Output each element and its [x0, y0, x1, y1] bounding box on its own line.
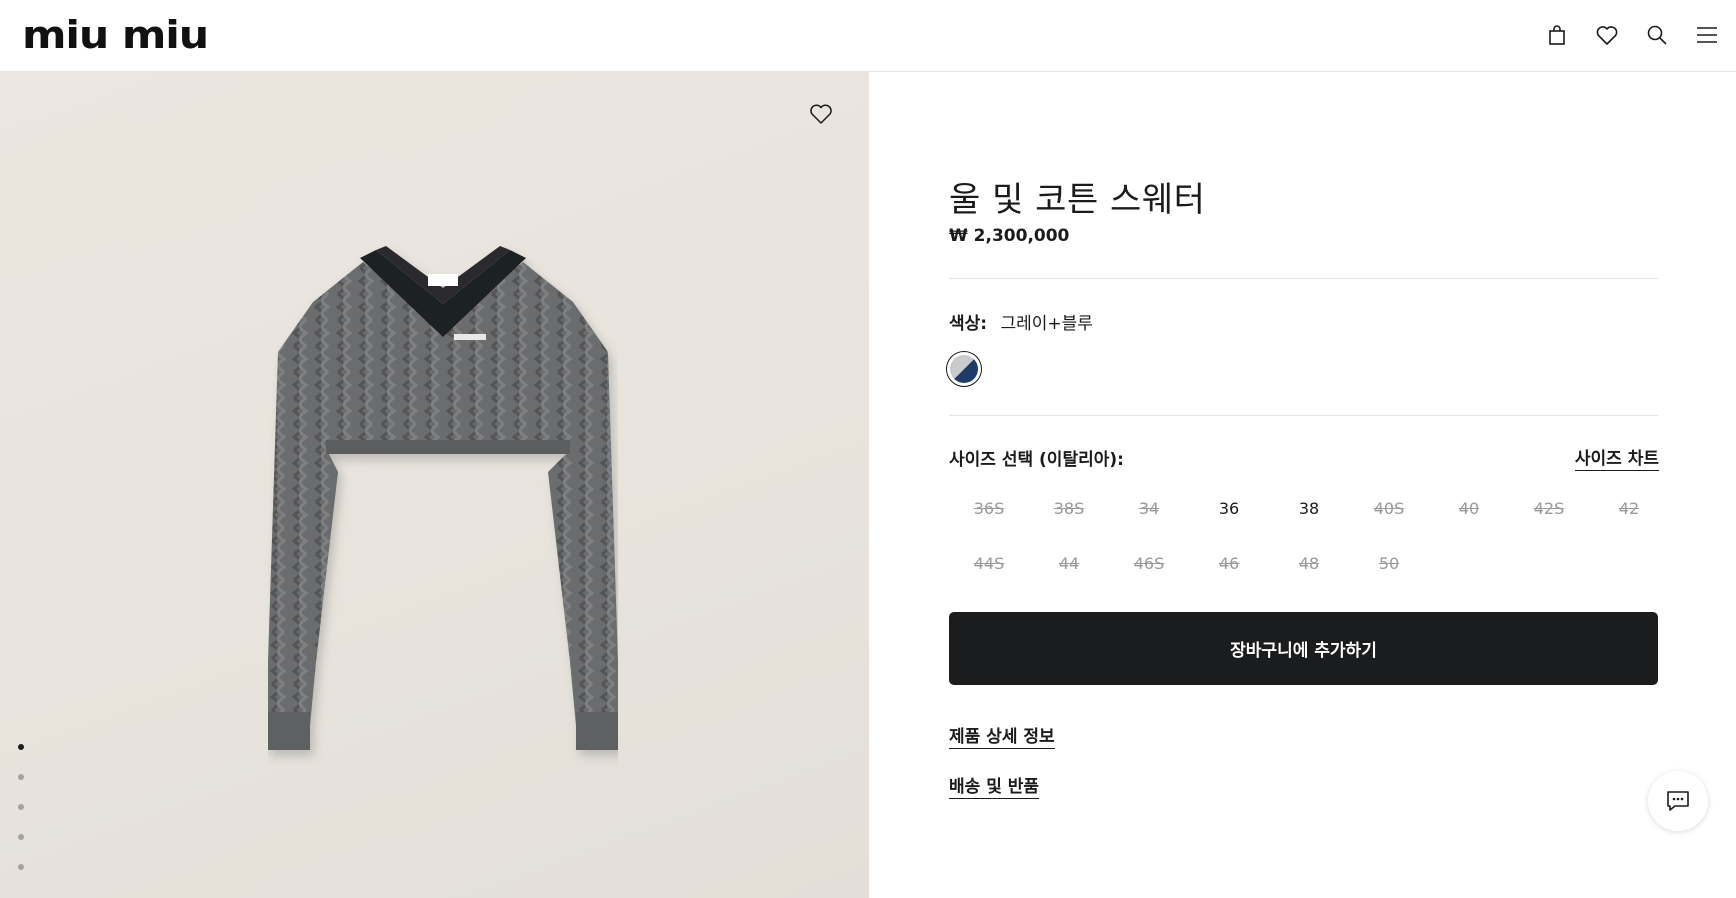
size-option[interactable]: 42 [1589, 486, 1669, 531]
size-option[interactable]: 38S [1029, 486, 1109, 531]
size-option[interactable]: 50 [1349, 541, 1429, 586]
add-to-cart-button[interactable]: 장바구니에 추가하기 [949, 612, 1658, 685]
shipping-returns-link[interactable]: 배송 및 반품 [949, 772, 1040, 799]
carousel-dot[interactable] [18, 834, 24, 840]
size-option[interactable]: 36 [1189, 486, 1269, 531]
color-selection: 색상: 그레이+블루 [949, 309, 1093, 334]
carousel-dot[interactable] [18, 774, 24, 780]
add-to-wishlist-button[interactable] [808, 102, 834, 132]
size-chart-link[interactable]: 사이즈 차트 [1574, 444, 1659, 471]
size-option[interactable]: 36S [949, 486, 1029, 531]
size-select-label: 사이즈 선택 (이탈리아): [949, 450, 1124, 470]
chat-bubble-icon [1667, 791, 1689, 811]
product-title: 울 및 코튼 스웨터 [949, 180, 1206, 220]
color-swatch-grey-blue[interactable] [946, 351, 982, 387]
color-value: 그레이+블루 [1000, 314, 1093, 334]
size-option[interactable]: 40S [1349, 486, 1429, 531]
product-image-gallery[interactable] [0, 72, 869, 898]
shopping-bag-icon[interactable] [1542, 20, 1572, 50]
size-option[interactable]: 38 [1269, 486, 1349, 531]
product-price: ₩ 2,300,000 [949, 226, 1070, 246]
carousel-pagination [18, 744, 24, 870]
carousel-dot[interactable] [18, 804, 24, 810]
carousel-dot[interactable] [18, 744, 24, 750]
chat-button[interactable] [1648, 771, 1708, 831]
product-image [268, 246, 618, 750]
site-header: miu miu [0, 0, 1736, 72]
size-option[interactable]: 42S [1509, 486, 1589, 531]
size-options: 36S 38S 34 36 38 40S 40 42S 42 44S 44 46S 46 48 50 [949, 486, 1669, 586]
size-option[interactable]: 46 [1189, 541, 1269, 586]
menu-icon[interactable] [1692, 20, 1722, 50]
size-option[interactable]: 46S [1109, 541, 1189, 586]
color-label: 색상: [949, 314, 988, 334]
miu-miu-logo[interactable]: miu miu [22, 18, 208, 52]
product-details-link[interactable]: 제품 상세 정보 [949, 722, 1055, 749]
size-option[interactable]: 44 [1029, 541, 1109, 586]
divider [949, 278, 1658, 279]
carousel-dot[interactable] [18, 864, 24, 870]
divider [949, 415, 1658, 416]
size-option[interactable]: 40 [1429, 486, 1509, 531]
svg-text:miu miu: miu miu [22, 18, 208, 52]
size-option[interactable]: 44S [949, 541, 1029, 586]
size-option[interactable]: 48 [1269, 541, 1349, 586]
color-swatch-fill [950, 355, 978, 383]
heart-icon[interactable] [1592, 20, 1622, 50]
search-icon[interactable] [1642, 20, 1672, 50]
size-option[interactable]: 34 [1109, 486, 1189, 531]
